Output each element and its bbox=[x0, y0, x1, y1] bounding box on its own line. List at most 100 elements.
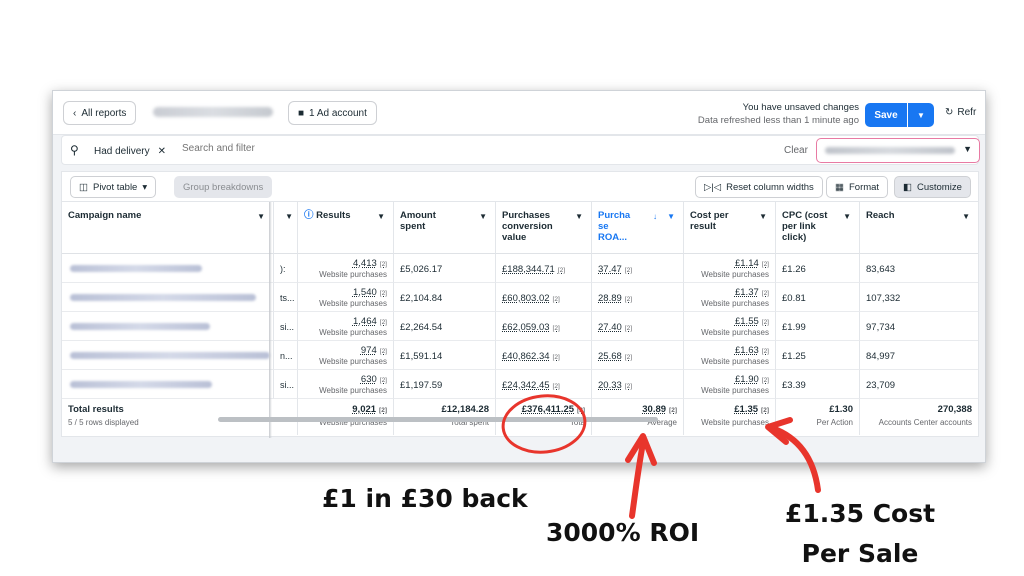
cpr-value[interactable]: £1.37 [2] bbox=[690, 287, 769, 298]
header-roas-label: Purcha se ROA... bbox=[598, 210, 631, 243]
caret-down-icon[interactable]: ▼ bbox=[759, 211, 767, 222]
caret-down-icon[interactable]: ▼ bbox=[285, 211, 293, 222]
total-roas-value[interactable]: 30.89 [2] bbox=[598, 404, 677, 415]
header-purchase-roas[interactable]: Purcha se ROA... ↓ ▼ bbox=[592, 202, 684, 254]
header-results[interactable]: ⓘ Results ▼ bbox=[298, 202, 394, 254]
date-range-redacted bbox=[825, 147, 955, 154]
ad-account-button[interactable]: ■ 1 Ad account bbox=[288, 101, 377, 125]
refresh-button[interactable]: ↻ Refr bbox=[945, 107, 976, 118]
cpr-cell: £1.37 [2] Website purchases bbox=[684, 283, 776, 312]
cpr-sub: Website purchases bbox=[701, 328, 769, 337]
pcv-value[interactable]: £188,344.71 [2] bbox=[502, 258, 585, 275]
caret-down-icon[interactable]: ▼ bbox=[667, 211, 675, 222]
cpr-value[interactable]: £1.90 [2] bbox=[690, 374, 769, 385]
roas-value[interactable]: 28.89 [2] bbox=[598, 287, 677, 304]
total-cpc-cell: £1.30 Per Action bbox=[776, 399, 860, 435]
top-bar: ‹ All reports ■ 1 Ad account You have un… bbox=[53, 91, 985, 135]
results-value[interactable]: 1,540 [2] bbox=[304, 287, 387, 298]
pcv-value[interactable]: £62,059.03 [2] bbox=[502, 316, 585, 333]
campaign-name-cell bbox=[62, 341, 274, 370]
annotation-cost-per-sale: £1.35 Cost Per Sale bbox=[778, 494, 942, 574]
group-breakdowns-button[interactable]: Group breakdowns bbox=[174, 176, 273, 198]
reach-cell: 23,709 bbox=[860, 370, 978, 399]
header-cpc[interactable]: CPC (cost per link click) ▼ bbox=[776, 202, 860, 254]
arrow-down-icon[interactable]: ↓ bbox=[653, 211, 657, 222]
cpr-value[interactable]: £1.14 [2] bbox=[690, 258, 769, 269]
header-amount-label: Amount spent bbox=[400, 210, 436, 232]
close-icon[interactable]: ✕ bbox=[158, 146, 166, 157]
column-resize-icon: ▷|◁ bbox=[704, 181, 722, 193]
roas-value[interactable]: 37.47 [2] bbox=[598, 258, 677, 275]
results-value[interactable]: 1,464 [2] bbox=[304, 316, 387, 327]
cpr-sub: Website purchases bbox=[701, 357, 769, 366]
roas-value[interactable]: 25.68 [2] bbox=[598, 345, 677, 362]
total-cpr-value[interactable]: £1.35 [2] bbox=[690, 404, 769, 415]
campaign-name-redacted[interactable] bbox=[70, 323, 210, 330]
customize-button[interactable]: ◧ Customize bbox=[894, 176, 971, 198]
total-results-value[interactable]: 9,021 [2] bbox=[304, 404, 387, 415]
cpc-cell: £1.26 bbox=[776, 254, 860, 283]
pivot-table-button[interactable]: ◫ Pivot table ▾ bbox=[70, 176, 157, 198]
amount-value: £2,104.84 bbox=[400, 293, 443, 304]
cpr-value[interactable]: £1.55 [2] bbox=[690, 316, 769, 327]
total-reach-sub: Accounts Center accounts bbox=[878, 418, 972, 427]
cpr-value[interactable]: £1.63 [2] bbox=[690, 345, 769, 356]
hidden-column-cell: ts... bbox=[274, 283, 298, 312]
horizontal-scrollbar[interactable] bbox=[218, 417, 658, 422]
hidden-column-cell: n... bbox=[274, 341, 298, 370]
total-cpc-sub: Per Action bbox=[816, 418, 853, 427]
header-hidden-column[interactable]: ▼ bbox=[274, 202, 298, 254]
campaign-table: Campaign name ▼ ▼ ⓘ Results ▼ Amount spe… bbox=[61, 201, 979, 438]
caret-down-icon[interactable]: ▼ bbox=[479, 211, 487, 222]
campaign-name-redacted[interactable] bbox=[70, 265, 202, 272]
cpc-cell: £1.25 bbox=[776, 341, 860, 370]
filter-chip-had-delivery[interactable]: Had delivery ✕ bbox=[88, 141, 172, 161]
header-cost-per-result[interactable]: Cost per result ▼ bbox=[684, 202, 776, 254]
cpc-value: £0.81 bbox=[782, 293, 806, 304]
header-campaign-name[interactable]: Campaign name ▼ bbox=[62, 202, 274, 254]
header-amount-spent[interactable]: Amount spent ▼ bbox=[394, 202, 496, 254]
campaign-name-cell bbox=[62, 254, 274, 283]
caret-down-icon[interactable]: ▼ bbox=[575, 211, 583, 222]
header-cpc-label: CPC (cost per link click) bbox=[782, 210, 828, 243]
search-input[interactable] bbox=[182, 143, 482, 154]
total-cpr-sub: Website purchases bbox=[701, 418, 769, 427]
table-toolbar: ◫ Pivot table ▾ Group breakdowns ▷|◁ Res… bbox=[61, 171, 979, 201]
header-purchases-conversion-value[interactable]: Purchases conversion value ▼ bbox=[496, 202, 592, 254]
pcv-value[interactable]: £24,342.45 [2] bbox=[502, 374, 585, 391]
results-value[interactable]: 4,413 [2] bbox=[304, 258, 387, 269]
campaign-name-redacted[interactable] bbox=[70, 381, 212, 388]
roas-value[interactable]: 20.33 [2] bbox=[598, 374, 677, 391]
clear-button[interactable]: Clear bbox=[784, 145, 808, 156]
truncated-value: si... bbox=[280, 322, 295, 332]
results-sub: Website purchases bbox=[319, 357, 387, 366]
roas-value[interactable]: 27.40 [2] bbox=[598, 316, 677, 333]
format-button[interactable]: ▦ Format bbox=[826, 176, 889, 198]
pcv-cell: £60,803.02 [2] bbox=[496, 283, 592, 312]
date-range-select[interactable]: ▼ bbox=[816, 138, 980, 163]
results-value[interactable]: 974 [2] bbox=[304, 345, 387, 356]
header-reach[interactable]: Reach ▼ bbox=[860, 202, 978, 254]
campaign-name-cell bbox=[62, 283, 274, 312]
pcv-value[interactable]: £60,803.02 [2] bbox=[502, 287, 585, 304]
pcv-cell: £24,342.45 [2] bbox=[496, 370, 592, 399]
campaign-name-redacted[interactable] bbox=[70, 294, 256, 301]
caret-down-icon[interactable]: ▼ bbox=[257, 211, 265, 222]
reset-column-widths-button[interactable]: ▷|◁ Reset column widths bbox=[695, 176, 823, 198]
roas-cell: 27.40 [2] bbox=[592, 312, 684, 341]
total-pcv-value[interactable]: £376,411.25 [2] bbox=[502, 404, 585, 415]
info-icon[interactable]: ⓘ bbox=[304, 210, 314, 221]
save-button[interactable]: Save bbox=[865, 103, 907, 127]
pcv-value[interactable]: £40,862.34 [2] bbox=[502, 345, 585, 362]
amount-value: £2,264.54 bbox=[400, 322, 443, 333]
customize-label: Customize bbox=[916, 181, 962, 193]
results-sub: Website purchases bbox=[319, 299, 387, 308]
save-options-caret[interactable]: ▼ bbox=[908, 103, 934, 127]
results-value[interactable]: 630 [2] bbox=[304, 374, 387, 385]
caret-down-icon[interactable]: ▼ bbox=[962, 211, 970, 222]
all-reports-button[interactable]: ‹ All reports bbox=[63, 101, 137, 125]
campaign-name-redacted[interactable] bbox=[70, 352, 270, 359]
caret-down-icon[interactable]: ▼ bbox=[843, 211, 851, 222]
caret-down-icon[interactable]: ▼ bbox=[377, 211, 385, 222]
results-sub: Website purchases bbox=[319, 328, 387, 337]
